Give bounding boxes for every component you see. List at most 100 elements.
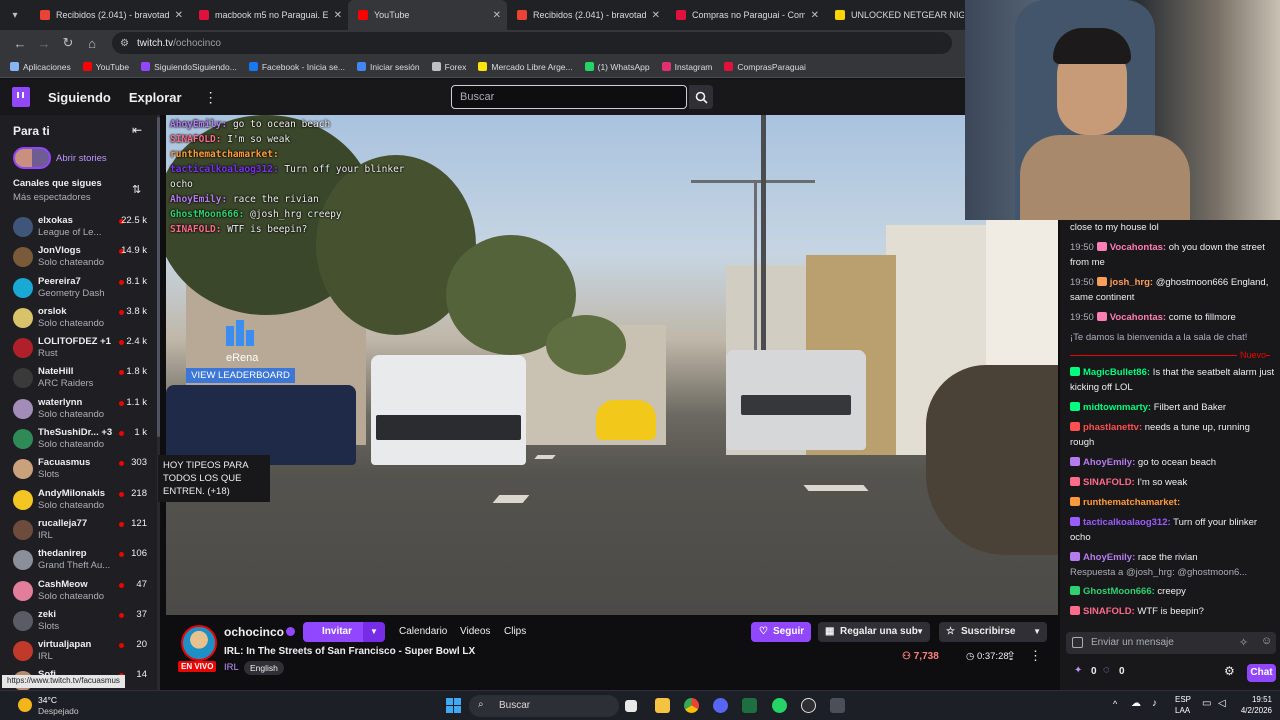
category-link[interactable]: IRL [224, 662, 239, 673]
followed-channel[interactable]: Peereira7 Geometry Dash 8.1 k [0, 273, 160, 303]
bookmark-item[interactable]: Forex [431, 62, 466, 72]
streamer-name[interactable]: ochocinco [224, 625, 284, 639]
chat-username[interactable]: MagicBullet86: [1083, 367, 1150, 378]
bookmark-item[interactable]: Iniciar sesión [357, 62, 420, 72]
browser-tab[interactable]: Recibidos (2.041) - bravotadeo ✕ [507, 0, 666, 30]
followed-channel[interactable]: virtualjapan IRL 20 [0, 636, 160, 666]
stories-button[interactable]: Abrir stories [13, 147, 107, 169]
chat-username[interactable]: runthematchamarket: [1083, 497, 1180, 508]
chat-message[interactable]: 19:50 josh_hrg: @ghostmoon666 England, sa… [1070, 275, 1275, 305]
nav-browse[interactable]: Explorar [129, 90, 182, 105]
chat-username[interactable]: AhoyEmily: [1083, 457, 1135, 468]
tab-close-icon[interactable]: ✕ [334, 10, 342, 21]
search-input[interactable]: Buscar [451, 85, 687, 109]
chat-message[interactable]: AhoyEmily: race the rivian [1070, 550, 1275, 565]
followed-channel[interactable]: LOLITOFDEZ +1 Rust 2.4 k [0, 333, 160, 363]
tab-videos[interactable]: Videos [460, 626, 490, 637]
tray-chevron-icon[interactable]: ^ [1113, 699, 1117, 709]
language-tag[interactable]: English [244, 661, 284, 675]
chat-message[interactable]: tacticalkoalaog312: Turn off your blinke… [1070, 515, 1275, 545]
tab-close-icon[interactable]: ✕ [811, 10, 819, 21]
more-options-icon[interactable]: ⋮ [1029, 648, 1042, 664]
chat-message[interactable]: SINAFOLD: WTF is beepin? [1070, 604, 1275, 619]
followed-channel[interactable]: AndyMilonakis Solo chateando 218 [0, 485, 160, 515]
more-options-icon[interactable]: ⋮ [204, 89, 218, 106]
gift-sub-button[interactable]: ▦ Regalar una sub ▼ [818, 622, 930, 642]
address-bar[interactable]: ⚙ twitch.tv/ochocinco [112, 32, 952, 54]
followed-channel[interactable]: CashMeow Solo chateando 47 [0, 576, 160, 606]
browser-tab[interactable]: Recibidos (2.041) - bravotadeo ✕ [30, 0, 189, 30]
chat-message[interactable]: phastlanettv: needs a tune up, running r… [1070, 420, 1275, 450]
chat-username[interactable]: SINAFOLD: [1083, 606, 1135, 617]
bookmark-item[interactable]: ComprasParaguai [724, 62, 806, 72]
keyboard-language[interactable]: ESP [1175, 695, 1191, 704]
subscribe-button[interactable]: ☆ Suscribirse ▼ [939, 622, 1047, 642]
chat-settings-icon[interactable]: ⚙ [1224, 664, 1235, 678]
search-button[interactable] [689, 85, 713, 109]
taskbar-search[interactable]: Buscar [469, 695, 619, 717]
chat-username[interactable]: GhostMoon666: [1083, 586, 1155, 597]
windows-start-icon[interactable] [446, 698, 461, 713]
followed-channel[interactable]: elxokas League of Le... 22.5 k [0, 212, 160, 242]
collapse-sidebar-icon[interactable]: ⇤ [132, 123, 142, 137]
emote-wand-icon[interactable]: ✧ [1239, 636, 1248, 649]
whatsapp-icon[interactable] [772, 698, 787, 713]
chat-message[interactable]: close to my house lol [1070, 220, 1275, 235]
channel-points-icon[interactable]: ✦ [1074, 665, 1082, 676]
emoji-icon[interactable]: ☺ [1261, 635, 1272, 647]
chrome-icon[interactable] [684, 698, 699, 713]
followed-channel[interactable]: orslok Solo chateando 3.8 k [0, 303, 160, 333]
chat-message[interactable]: 19:50 Vocahontas: oh you down the street … [1070, 240, 1275, 270]
invite-button[interactable]: Invitar [303, 622, 365, 642]
browser-tab[interactable]: UNLOCKED NETGEAR NIGHTH✕ [825, 0, 984, 30]
tab-close-icon[interactable]: ✕ [175, 10, 183, 21]
chat-username[interactable]: Vocahontas: [1110, 242, 1166, 253]
chat-message[interactable]: AhoyEmily: go to ocean beach [1070, 455, 1275, 470]
chat-message[interactable]: ¡Te damos la bienvenida a la sala de cha… [1070, 330, 1275, 345]
twitch-logo-icon[interactable] [12, 87, 30, 107]
bookmark-item[interactable]: Facebook - Inicia se... [248, 62, 345, 72]
excel-icon[interactable] [742, 698, 757, 713]
streamer-avatar[interactable] [181, 625, 217, 661]
bits-icon[interactable]: ◌ [1103, 664, 1110, 676]
bookmark-item[interactable]: Aplicaciones [10, 62, 71, 72]
browser-tab[interactable]: macbook m5 no Paraguai. Enco ✕ [189, 0, 348, 30]
browser-tab[interactable]: YouTube ✕ [348, 0, 507, 30]
back-icon[interactable]: ← [8, 31, 32, 55]
followed-channel[interactable]: NateHill ARC Raiders 1.8 k [0, 363, 160, 393]
bookmark-item[interactable]: YouTube [82, 62, 129, 72]
tray-cloud-icon[interactable]: ☁ [1131, 698, 1141, 709]
tab-close-icon[interactable]: ✕ [493, 10, 501, 21]
followed-channel[interactable]: waterlynn Solo chateando 1.1 k [0, 394, 160, 424]
tab-search-button[interactable]: ▾ [0, 0, 30, 30]
calculator-icon[interactable] [830, 698, 845, 713]
invite-dropdown-icon[interactable]: ▼ [363, 622, 385, 642]
chat-message[interactable]: SINAFOLD: I'm so weak [1070, 475, 1275, 490]
bookmark-item[interactable]: SiguiendoSiguiendo... [141, 62, 237, 72]
followed-channel[interactable]: thedanirep Grand Theft Au... 106 [0, 545, 160, 575]
chat-send-button[interactable]: Chat [1247, 664, 1276, 682]
chat-username[interactable]: SINAFOLD: [1083, 477, 1135, 488]
chat-message[interactable]: GhostMoon666: creepy [1070, 584, 1275, 599]
browser-tab[interactable]: Compras no Paraguai - Compr ✕ [666, 0, 825, 30]
network-icon[interactable]: ▭ [1202, 698, 1211, 709]
keyboard-layout[interactable]: LAA [1175, 706, 1190, 715]
sort-icon[interactable]: ⇅ [132, 183, 141, 196]
bookmark-item[interactable]: (1) WhatsApp [584, 62, 650, 72]
chat-username[interactable]: midtownmarty: [1083, 402, 1151, 413]
tab-close-icon[interactable]: ✕ [652, 10, 660, 21]
microphone-icon[interactable]: ♪ [1152, 698, 1157, 709]
chat-message[interactable]: runthematchamarket: [1070, 495, 1275, 510]
bookmark-item[interactable]: Instagram [661, 62, 712, 72]
tab-clips[interactable]: Clips [504, 626, 526, 637]
task-view-icon[interactable] [625, 700, 637, 712]
followed-channel[interactable]: rucalleja77 IRL 121 [0, 515, 160, 545]
discord-icon[interactable] [713, 698, 728, 713]
chat-message[interactable]: 19:50 Vocahontas: come to fillmore [1070, 310, 1275, 325]
tab-calendar[interactable]: Calendario [399, 626, 447, 637]
follow-button[interactable]: ♡ Seguir [751, 622, 811, 642]
reload-icon[interactable]: ↻ [56, 31, 80, 55]
forward-icon[interactable]: → [32, 31, 56, 55]
chat-username[interactable]: josh_hrg: [1110, 277, 1153, 288]
nav-following[interactable]: Siguiendo [48, 90, 111, 105]
